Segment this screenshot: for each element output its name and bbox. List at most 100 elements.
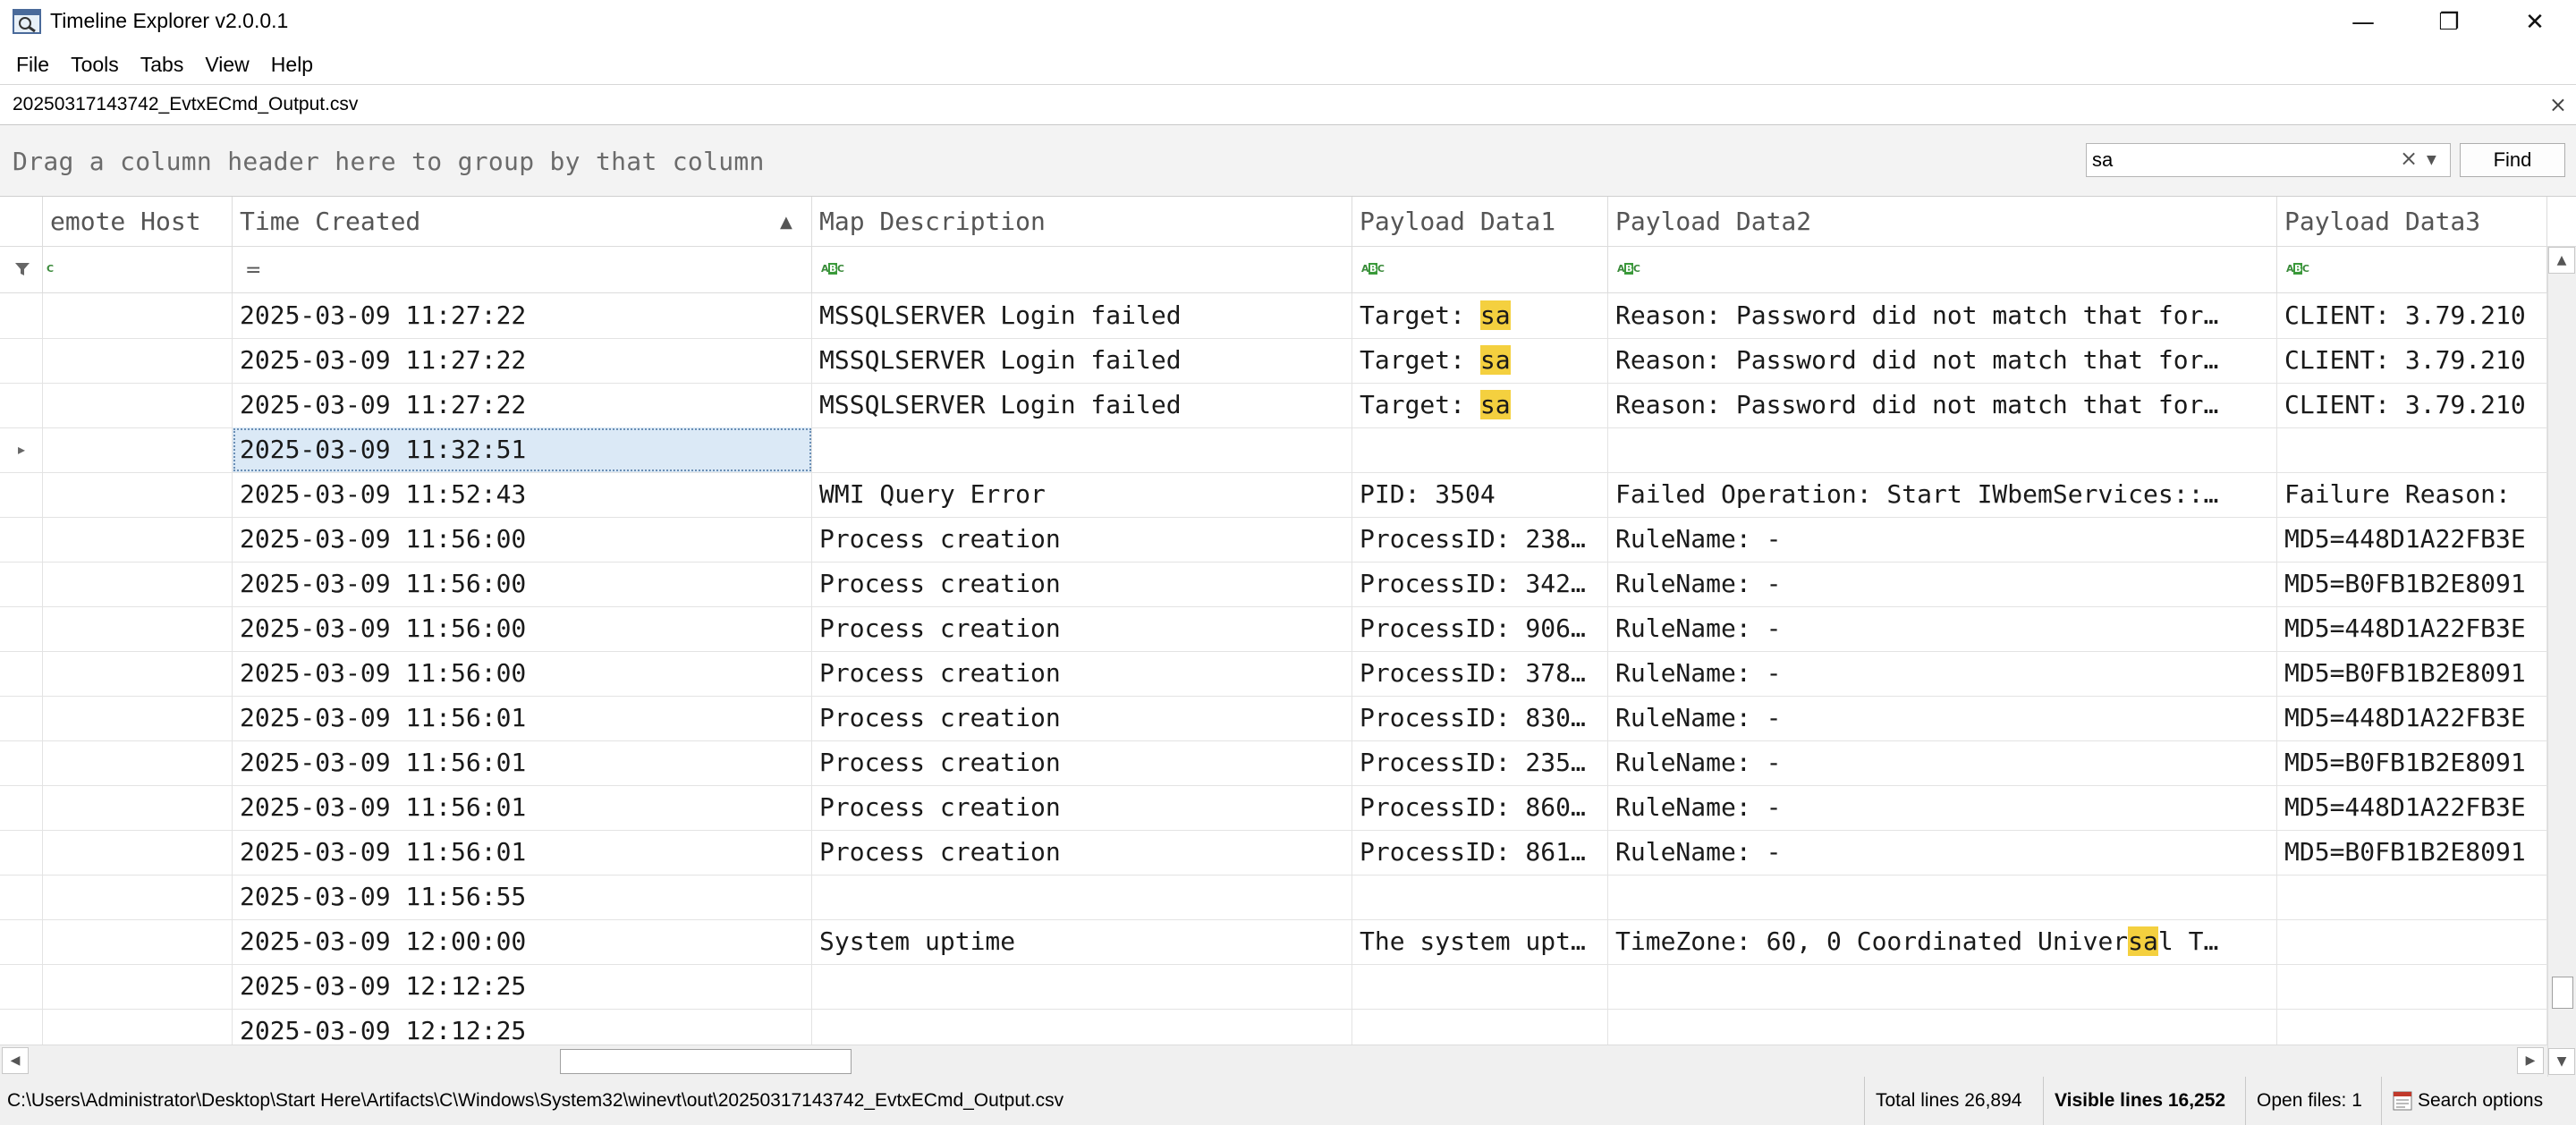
cell-remote-host[interactable] xyxy=(43,830,233,875)
cell-map-description[interactable]: WMI Query Error xyxy=(812,472,1352,517)
horizontal-scrollbar[interactable]: ◀ ▶ xyxy=(0,1045,2547,1077)
cell-payload-data3[interactable]: Failure Reason: xyxy=(2277,472,2547,517)
cell-map-description[interactable]: Process creation xyxy=(812,606,1352,651)
table-row[interactable]: 2025-03-09 12:12:25 xyxy=(0,964,2547,1010)
filter-cell-map-description[interactable]: ABC xyxy=(812,247,1352,293)
search-options-button[interactable]: Search options xyxy=(2381,1077,2554,1125)
cell-payload-data1[interactable]: ProcessID: 238… xyxy=(1352,517,1608,562)
cell-payload-data1[interactable] xyxy=(1352,964,1608,1009)
filter-cell-payload-data3[interactable]: ABC xyxy=(2277,247,2547,293)
cell-payload-data1[interactable]: ProcessID: 906… xyxy=(1352,606,1608,651)
row-indicator[interactable] xyxy=(0,785,43,830)
horizontal-scroll-thumb[interactable] xyxy=(560,1049,852,1074)
cell-payload-data3[interactable]: CLIENT: 3.79.210 xyxy=(2277,293,2547,338)
table-row[interactable]: 2025-03-09 11:27:22 MSSQLSERVER Login fai… xyxy=(0,338,2547,384)
cell-map-description[interactable] xyxy=(812,1009,1352,1045)
cell-payload-data2[interactable]: TimeZone: 60, 0 Coordinated Universal T… xyxy=(1608,919,2277,964)
filter-cell-remote-host[interactable]: C xyxy=(43,247,233,293)
row-indicator[interactable] xyxy=(0,383,43,427)
cell-payload-data2[interactable]: Failed Operation: Start IWbemServices::… xyxy=(1608,472,2277,517)
cell-payload-data3[interactable]: CLIENT: 3.79.210 xyxy=(2277,383,2547,427)
cell-payload-data3[interactable] xyxy=(2277,875,2547,919)
row-indicator[interactable] xyxy=(0,740,43,785)
cell-payload-data1[interactable]: Target: sa xyxy=(1352,383,1608,427)
cell-map-description[interactable]: Process creation xyxy=(812,785,1352,830)
table-row[interactable]: 2025-03-09 11:56:00 Process creation Proce… xyxy=(0,651,2547,697)
cell-payload-data3[interactable]: MD5=B0FB1B2E8091 xyxy=(2277,562,2547,606)
tab-close-button[interactable]: × xyxy=(2549,85,2567,126)
cell-payload-data3[interactable] xyxy=(2277,919,2547,964)
cell-payload-data1[interactable]: ProcessID: 860… xyxy=(1352,785,1608,830)
find-button[interactable]: Find xyxy=(2460,143,2565,177)
cell-map-description[interactable]: Process creation xyxy=(812,651,1352,696)
cell-remote-host[interactable] xyxy=(43,1009,233,1045)
cell-map-description[interactable]: Process creation xyxy=(812,696,1352,740)
cell-payload-data1[interactable]: Target: sa xyxy=(1352,338,1608,383)
cell-payload-data2[interactable]: Reason: Password did not match that for… xyxy=(1608,338,2277,383)
cell-remote-host[interactable] xyxy=(43,696,233,740)
cell-time-created[interactable]: 2025-03-09 11:56:00 xyxy=(233,517,812,562)
row-indicator[interactable] xyxy=(0,651,43,696)
table-row[interactable]: 2025-03-09 12:00:00 System uptime The syst… xyxy=(0,919,2547,965)
cell-remote-host[interactable] xyxy=(43,964,233,1009)
cell-payload-data3[interactable] xyxy=(2277,427,2547,472)
cell-time-created[interactable]: 2025-03-09 11:56:01 xyxy=(233,740,812,785)
table-row[interactable]: 2025-03-09 11:52:43 WMI Query Error PID: 3… xyxy=(0,472,2547,518)
restore-button[interactable]: ❐ xyxy=(2408,0,2490,45)
cell-time-created[interactable]: 2025-03-09 12:12:25 xyxy=(233,964,812,1009)
tab-csv-file[interactable]: 20250317143742_EvtxECmd_Output.csv xyxy=(0,85,370,126)
cell-payload-data3[interactable]: MD5=B0FB1B2E8091 xyxy=(2277,740,2547,785)
table-row[interactable]: 2025-03-09 11:56:00 Process creation Proce… xyxy=(0,562,2547,607)
column-header-payload-data2[interactable]: Payload Data2 xyxy=(1608,197,2277,247)
menu-help[interactable]: Help xyxy=(260,45,324,84)
cell-payload-data1[interactable]: ProcessID: 378… xyxy=(1352,651,1608,696)
scroll-left-button[interactable]: ◀ xyxy=(2,1047,29,1074)
close-window-button[interactable]: ✕ xyxy=(2494,0,2576,45)
cell-payload-data2[interactable]: RuleName: - xyxy=(1608,696,2277,740)
cell-map-description[interactable] xyxy=(812,964,1352,1009)
row-indicator[interactable] xyxy=(0,830,43,875)
menu-view[interactable]: View xyxy=(194,45,259,84)
table-row[interactable]: 2025-03-09 11:56:01 Process creation Proce… xyxy=(0,696,2547,741)
cell-payload-data1[interactable]: Target: sa xyxy=(1352,293,1608,338)
filter-cell-payload-data2[interactable]: ABC xyxy=(1608,247,2277,293)
cell-remote-host[interactable] xyxy=(43,740,233,785)
cell-remote-host[interactable] xyxy=(43,919,233,964)
cell-payload-data2[interactable]: Reason: Password did not match that for… xyxy=(1608,383,2277,427)
cell-time-created[interactable]: 2025-03-09 12:12:25 xyxy=(233,1009,812,1045)
row-indicator[interactable] xyxy=(0,875,43,919)
cell-payload-data2[interactable]: RuleName: - xyxy=(1608,740,2277,785)
cell-payload-data3[interactable]: MD5=448D1A22FB3E xyxy=(2277,785,2547,830)
cell-payload-data1[interactable] xyxy=(1352,1009,1608,1045)
cell-remote-host[interactable] xyxy=(43,293,233,338)
cell-payload-data3[interactable]: MD5=B0FB1B2E8091 xyxy=(2277,830,2547,875)
cell-time-created[interactable]: 2025-03-09 11:56:00 xyxy=(233,562,812,606)
column-header-payload-data3[interactable]: Payload Data3 xyxy=(2277,197,2547,247)
column-header-remote-host[interactable]: emote Host xyxy=(43,197,233,247)
cell-payload-data2[interactable]: RuleName: - xyxy=(1608,606,2277,651)
cell-payload-data2[interactable] xyxy=(1608,427,2277,472)
cell-map-description[interactable]: MSSQLSERVER Login failed xyxy=(812,383,1352,427)
cell-map-description[interactable]: MSSQLSERVER Login failed xyxy=(812,338,1352,383)
cell-payload-data1[interactable] xyxy=(1352,875,1608,919)
cell-payload-data1[interactable] xyxy=(1352,427,1608,472)
minimize-button[interactable]: — xyxy=(2322,0,2404,45)
cell-time-created[interactable]: 2025-03-09 11:32:51 xyxy=(233,427,812,472)
cell-remote-host[interactable] xyxy=(43,562,233,606)
cell-map-description[interactable]: MSSQLSERVER Login failed xyxy=(812,293,1352,338)
cell-time-created[interactable]: 2025-03-09 11:56:01 xyxy=(233,830,812,875)
menu-file[interactable]: File xyxy=(5,45,60,84)
scroll-up-button[interactable]: ▲ xyxy=(2548,247,2575,274)
cell-map-description[interactable]: Process creation xyxy=(812,830,1352,875)
vertical-scrollbar[interactable]: ▲ ▼ xyxy=(2547,247,2576,1077)
column-header-time-created[interactable]: Time Created xyxy=(233,197,812,247)
table-row[interactable]: 2025-03-09 11:27:22 MSSQLSERVER Login fai… xyxy=(0,293,2547,339)
table-row[interactable]: 2025-03-09 11:56:00 Process creation Proce… xyxy=(0,606,2547,652)
table-row[interactable]: 2025-03-09 11:56:00 Process creation Proce… xyxy=(0,517,2547,562)
cell-payload-data1[interactable]: ProcessID: 235… xyxy=(1352,740,1608,785)
search-input[interactable] xyxy=(2092,147,2387,173)
cell-payload-data3[interactable] xyxy=(2277,1009,2547,1045)
cell-map-description[interactable]: Process creation xyxy=(812,517,1352,562)
search-dropdown-button[interactable]: ▼ xyxy=(2427,153,2436,167)
cell-payload-data2[interactable]: RuleName: - xyxy=(1608,651,2277,696)
